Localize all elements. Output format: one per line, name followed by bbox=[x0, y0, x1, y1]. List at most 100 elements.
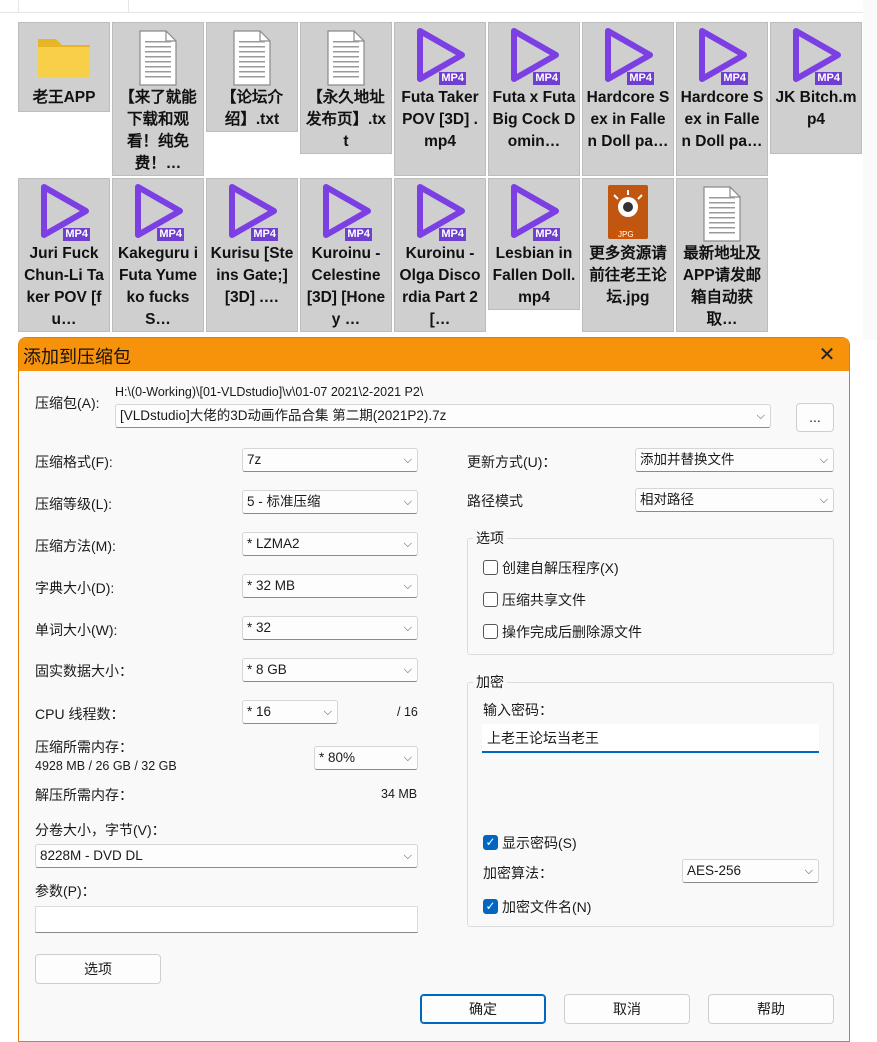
memory-usage-detail: 4928 MB / 26 GB / 32 GB bbox=[35, 759, 177, 773]
path-mode-label: 路径模式 bbox=[467, 493, 523, 509]
mp4-badge: MP4 bbox=[627, 72, 654, 85]
file-tile[interactable]: 【论坛介绍】.txt bbox=[206, 22, 298, 132]
file-name: Hardcore Sex in Fallen Doll pa… bbox=[586, 89, 670, 150]
chevron-down-icon: ⌵ bbox=[403, 538, 412, 550]
checkmark-icon: ✓ bbox=[485, 835, 496, 849]
text-file-icon bbox=[126, 27, 190, 87]
update-mode-select[interactable]: 添加并替换文件 ⌵ bbox=[635, 448, 834, 472]
encrypt-filenames-label[interactable]: 加密文件名(N) bbox=[502, 897, 591, 917]
file-name: 【来了就能下载和观看！纯免费！… bbox=[119, 89, 197, 172]
format-label: 压缩格式(F): bbox=[35, 454, 113, 470]
close-icon[interactable]: ✕ bbox=[815, 342, 839, 367]
cpu-threads-max: / 16 bbox=[397, 705, 418, 719]
file-name: 【永久地址发布页】.txt bbox=[305, 89, 387, 150]
chevron-down-icon: ⌵ bbox=[819, 494, 828, 506]
update-mode-label: 更新方式(U)： bbox=[467, 454, 557, 470]
options-button[interactable]: 选项 bbox=[35, 954, 161, 984]
mp4-badge: MP4 bbox=[533, 228, 560, 241]
parameters-input[interactable] bbox=[35, 906, 418, 933]
title-bar[interactable]: 添加到压缩包 ✕ bbox=[19, 338, 849, 371]
cpu-threads-select[interactable]: * 16 ⌵ bbox=[242, 700, 338, 724]
encryption-method-select[interactable]: AES-256 ⌵ bbox=[682, 859, 819, 883]
volume-size-combo[interactable]: 8228M - DVD DL ⌵ bbox=[35, 844, 418, 868]
chevron-down-icon: ⌵ bbox=[403, 580, 412, 592]
file-name: Kuroinu - Olga Discordia Part 2 [… bbox=[399, 245, 481, 328]
file-tile[interactable]: MP4 Hardcore Sex in Fallen Doll pa… bbox=[582, 22, 674, 176]
help-button[interactable]: 帮助 bbox=[708, 994, 834, 1024]
method-select[interactable]: * LZMA2 ⌵ bbox=[242, 532, 418, 556]
dialog-title: 添加到压缩包 bbox=[23, 347, 131, 367]
video-file-icon: MP4 bbox=[32, 183, 96, 243]
file-tile[interactable]: 最新地址及APP请发邮箱自动获取… bbox=[676, 178, 768, 332]
level-select[interactable]: 5 - 标准压缩 ⌵ bbox=[242, 490, 418, 514]
file-tile[interactable]: MP4 JK Bitch.mp4 bbox=[770, 22, 862, 154]
options-group-title: 选项 bbox=[473, 528, 507, 548]
password-input[interactable]: 上老王论坛当老王 bbox=[482, 724, 819, 753]
delete-after-checkbox[interactable] bbox=[483, 624, 498, 639]
encryption-method-value: AES-256 bbox=[687, 863, 742, 878]
ok-button[interactable]: 确定 bbox=[420, 994, 546, 1024]
file-tile[interactable]: MP4 Kakeguru i Futa Yumeko fucks S… bbox=[112, 178, 204, 332]
update-mode-value: 添加并替换文件 bbox=[640, 452, 735, 467]
image-file-icon: JPG bbox=[596, 183, 660, 243]
video-file-icon: MP4 bbox=[314, 183, 378, 243]
create-sfx-label[interactable]: 创建自解压程序(X) bbox=[502, 558, 619, 578]
video-file-icon: MP4 bbox=[126, 183, 190, 243]
archive-label: 压缩包(A): bbox=[35, 395, 100, 411]
file-tile[interactable]: 老王APP bbox=[18, 22, 110, 112]
browse-button[interactable]: ... bbox=[796, 403, 834, 432]
path-mode-select[interactable]: 相对路径 ⌵ bbox=[635, 488, 834, 512]
create-sfx-checkbox[interactable] bbox=[483, 560, 498, 575]
video-file-icon: MP4 bbox=[690, 27, 754, 87]
folder-icon bbox=[32, 27, 96, 87]
file-tile[interactable]: 【永久地址发布页】.txt bbox=[300, 22, 392, 154]
compress-shared-label[interactable]: 压缩共享文件 bbox=[502, 590, 586, 610]
mp4-badge: MP4 bbox=[63, 228, 90, 241]
archive-name-value: [VLDstudio]大佬的3D动画作品合集 第二期(2021P2).7z bbox=[120, 408, 447, 423]
parameters-label: 参数(P)： bbox=[35, 883, 96, 899]
word-size-label: 单词大小(W): bbox=[35, 622, 118, 638]
checkmark-icon: ✓ bbox=[485, 899, 496, 913]
memory-usage-value: * 80% bbox=[319, 750, 356, 765]
format-value: 7z bbox=[247, 452, 262, 467]
file-tile[interactable]: 【来了就能下载和观看！纯免费！… bbox=[112, 22, 204, 176]
file-name: Juri Fuck Chun-Li Taker POV [fu… bbox=[24, 245, 104, 328]
password-value: 上老王论坛当老王 bbox=[487, 730, 599, 746]
dict-size-select[interactable]: * 32 MB ⌵ bbox=[242, 574, 418, 598]
file-tile[interactable]: MP4 Juri Fuck Chun-Li Taker POV [fu… bbox=[18, 178, 110, 332]
file-tile[interactable]: JPG 更多资源请前往老王论坛.jpg bbox=[582, 178, 674, 332]
chevron-down-icon: ⌵ bbox=[403, 622, 412, 634]
file-tile[interactable]: MP4 Kuroinu - Celestine [3D] [Honey … bbox=[300, 178, 392, 332]
file-tile[interactable]: MP4 Futa x Futa Big Cock Domin… bbox=[488, 22, 580, 176]
mp4-badge: MP4 bbox=[721, 72, 748, 85]
video-file-icon: MP4 bbox=[596, 27, 660, 87]
file-tile[interactable]: MP4 Hardcore Sex in Fallen Doll pa… bbox=[676, 22, 768, 176]
method-label: 压缩方法(M): bbox=[35, 538, 116, 554]
solid-size-select[interactable]: * 8 GB ⌵ bbox=[242, 658, 418, 682]
solid-size-label: 固实数据大小： bbox=[35, 663, 133, 679]
show-password-label[interactable]: 显示密码(S) bbox=[502, 833, 577, 853]
encrypt-filenames-checkbox[interactable]: ✓ bbox=[483, 899, 498, 914]
mp4-badge: MP4 bbox=[533, 72, 560, 85]
file-name: Lesbian in Fallen Doll.mp4 bbox=[492, 245, 576, 306]
mp4-badge: MP4 bbox=[157, 228, 184, 241]
file-name: Kakeguru i Futa Yumeko fucks S… bbox=[117, 245, 199, 328]
cancel-button[interactable]: 取消 bbox=[564, 994, 690, 1024]
file-tile[interactable]: MP4 Kuroinu - Olga Discordia Part 2 [… bbox=[394, 178, 486, 332]
format-select[interactable]: 7z ⌵ bbox=[242, 448, 418, 472]
mp4-badge: MP4 bbox=[439, 228, 466, 241]
archive-name-combo[interactable]: [VLDstudio]大佬的3D动画作品合集 第二期(2021P2).7z ⌵ bbox=[115, 404, 771, 428]
encryption-method-label: 加密算法： bbox=[483, 865, 553, 881]
file-name: 更多资源请前往老王论坛.jpg bbox=[589, 245, 667, 306]
delete-after-label[interactable]: 操作完成后删除源文件 bbox=[502, 622, 642, 642]
word-size-select[interactable]: * 32 ⌵ bbox=[242, 616, 418, 640]
compress-shared-checkbox[interactable] bbox=[483, 592, 498, 607]
memory-usage-select[interactable]: * 80% ⌵ bbox=[314, 746, 418, 770]
file-tile[interactable]: MP4 Futa Taker POV [3D] .mp4 bbox=[394, 22, 486, 176]
file-tile[interactable]: MP4 Kurisu [Steins Gate;] [3D] .… bbox=[206, 178, 298, 332]
video-file-icon: MP4 bbox=[408, 27, 472, 87]
file-tile[interactable]: MP4 Lesbian in Fallen Doll.mp4 bbox=[488, 178, 580, 310]
decompress-memory-value: 34 MB bbox=[381, 787, 418, 801]
scrollbar[interactable] bbox=[863, 0, 877, 340]
show-password-checkbox[interactable]: ✓ bbox=[483, 835, 498, 850]
